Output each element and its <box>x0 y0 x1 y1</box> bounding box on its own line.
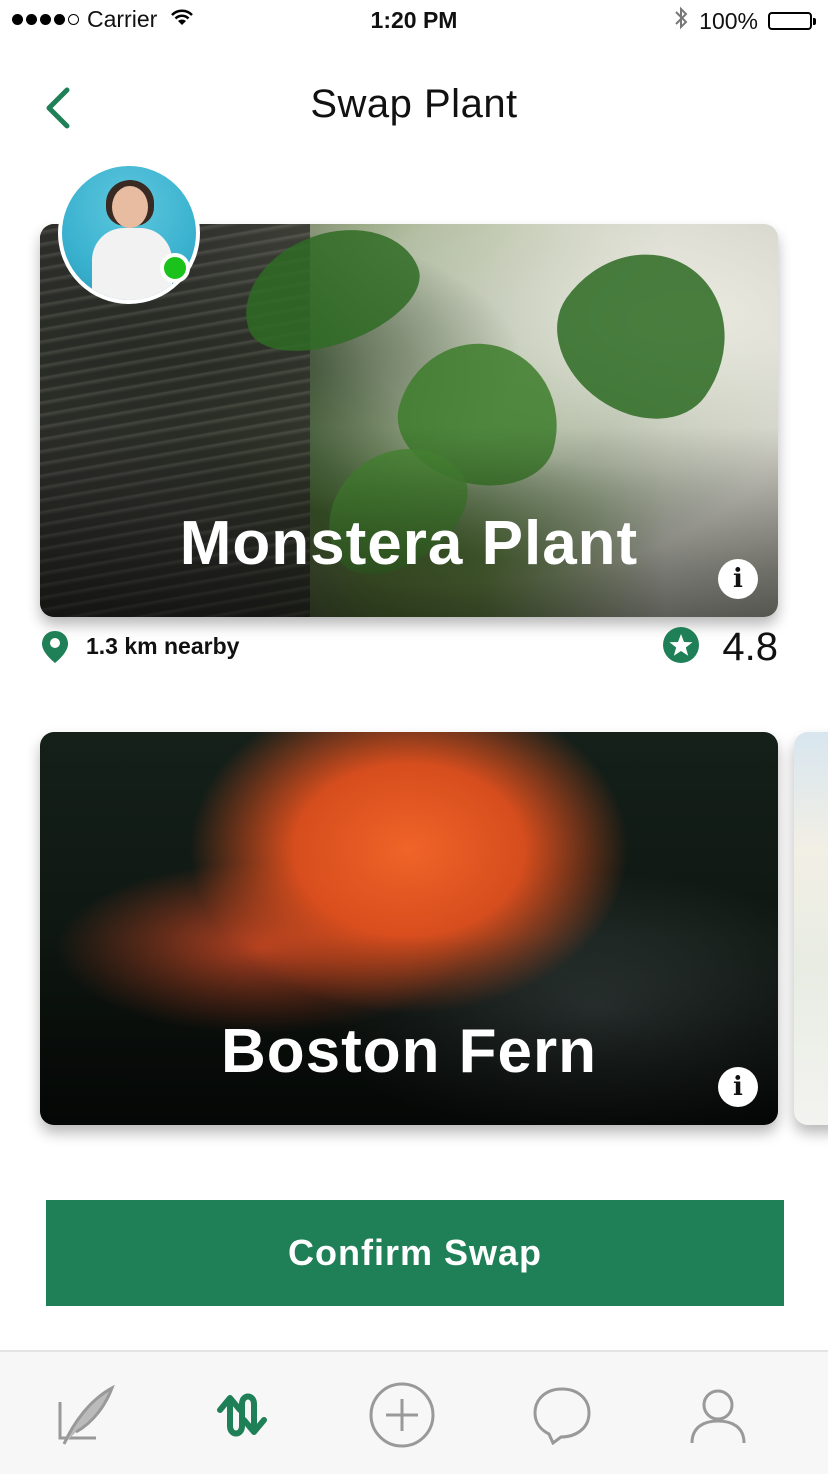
online-status-indicator <box>160 253 190 283</box>
rating-value: 4.8 <box>722 625 778 669</box>
avatar[interactable] <box>58 162 200 304</box>
profile-icon <box>690 1389 746 1444</box>
plant-card-boston-fern[interactable]: Boston Fern i <box>40 732 778 1125</box>
page-title: Swap Plant <box>310 82 518 126</box>
feather-icon <box>58 1384 115 1445</box>
plant-card-next[interactable] <box>794 732 828 1125</box>
bluetooth-icon <box>673 6 689 36</box>
status-right: 100% <box>673 6 816 36</box>
tab-feed[interactable] <box>46 1380 126 1450</box>
rating: 4.8 <box>662 625 778 670</box>
confirm-swap-button[interactable]: Confirm Swap <box>46 1200 784 1306</box>
star-icon <box>662 626 700 669</box>
plant-name: Monstera Plant <box>179 509 639 578</box>
info-icon[interactable]: i <box>718 559 758 599</box>
add-icon <box>369 1382 435 1448</box>
status-bar: Carrier 1:20 PM 100% <box>0 0 828 40</box>
tab-swap[interactable] <box>202 1380 282 1450</box>
plant-meta: 1.3 km nearby 4.8 <box>40 625 778 671</box>
tab-bar <box>0 1350 828 1474</box>
plant-name: Boston Fern <box>220 1017 598 1086</box>
header: Swap Plant <box>0 60 828 150</box>
location-pin-icon <box>40 629 70 670</box>
plant-photo-leaf <box>529 224 761 449</box>
battery-label: 100% <box>699 7 758 34</box>
distance-label: 1.3 km nearby <box>86 633 240 659</box>
tab-add[interactable] <box>362 1380 442 1450</box>
tab-chat[interactable] <box>522 1380 602 1450</box>
info-icon[interactable]: i <box>718 1067 758 1107</box>
swap-icon <box>217 1393 267 1437</box>
tab-profile[interactable] <box>678 1380 758 1450</box>
chat-icon <box>533 1387 591 1445</box>
battery-icon <box>768 12 816 30</box>
